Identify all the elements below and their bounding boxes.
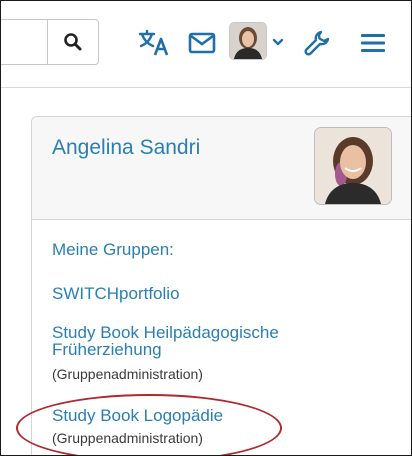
group-link-switchportfolio[interactable]: SWITCHportfolio xyxy=(52,284,180,303)
avatar xyxy=(230,23,266,59)
my-groups-link[interactable]: Meine Gruppen: xyxy=(52,240,174,259)
group-role-label: (Gruppenadministration) xyxy=(52,366,203,382)
search-icon xyxy=(64,33,82,51)
search-button[interactable] xyxy=(47,19,99,65)
user-menu-toggle[interactable] xyxy=(266,27,290,57)
chevron-down-icon xyxy=(272,38,284,46)
top-navigation-bar xyxy=(1,1,411,88)
group-role-label: (Gruppenadministration) xyxy=(52,430,203,446)
group-link-heilpaedagogische-line2[interactable]: Früherziehung xyxy=(52,340,162,359)
app-window: Angelina Sandri Meine Gruppen: SWITCHpor… xyxy=(0,0,412,456)
settings-button[interactable] xyxy=(297,23,337,63)
search-input[interactable] xyxy=(1,19,47,65)
messages-button[interactable] xyxy=(182,23,222,63)
main-menu-button[interactable] xyxy=(351,23,395,63)
translate-button[interactable] xyxy=(135,23,175,63)
translate-icon xyxy=(138,29,169,56)
mail-icon xyxy=(188,32,216,54)
profile-photo-image xyxy=(315,128,391,204)
user-avatar-button[interactable] xyxy=(229,22,267,60)
profile-card-header: Angelina Sandri xyxy=(32,117,411,220)
profile-card: Angelina Sandri Meine Gruppen: SWITCHpor… xyxy=(31,116,411,455)
profile-photo[interactable] xyxy=(314,127,392,205)
user-name-link[interactable]: Angelina Sandri xyxy=(52,136,200,160)
group-link-logopaedie[interactable]: Study Book Logopädie xyxy=(52,406,223,425)
hamburger-menu-icon xyxy=(361,34,385,52)
wrench-icon xyxy=(304,30,330,56)
